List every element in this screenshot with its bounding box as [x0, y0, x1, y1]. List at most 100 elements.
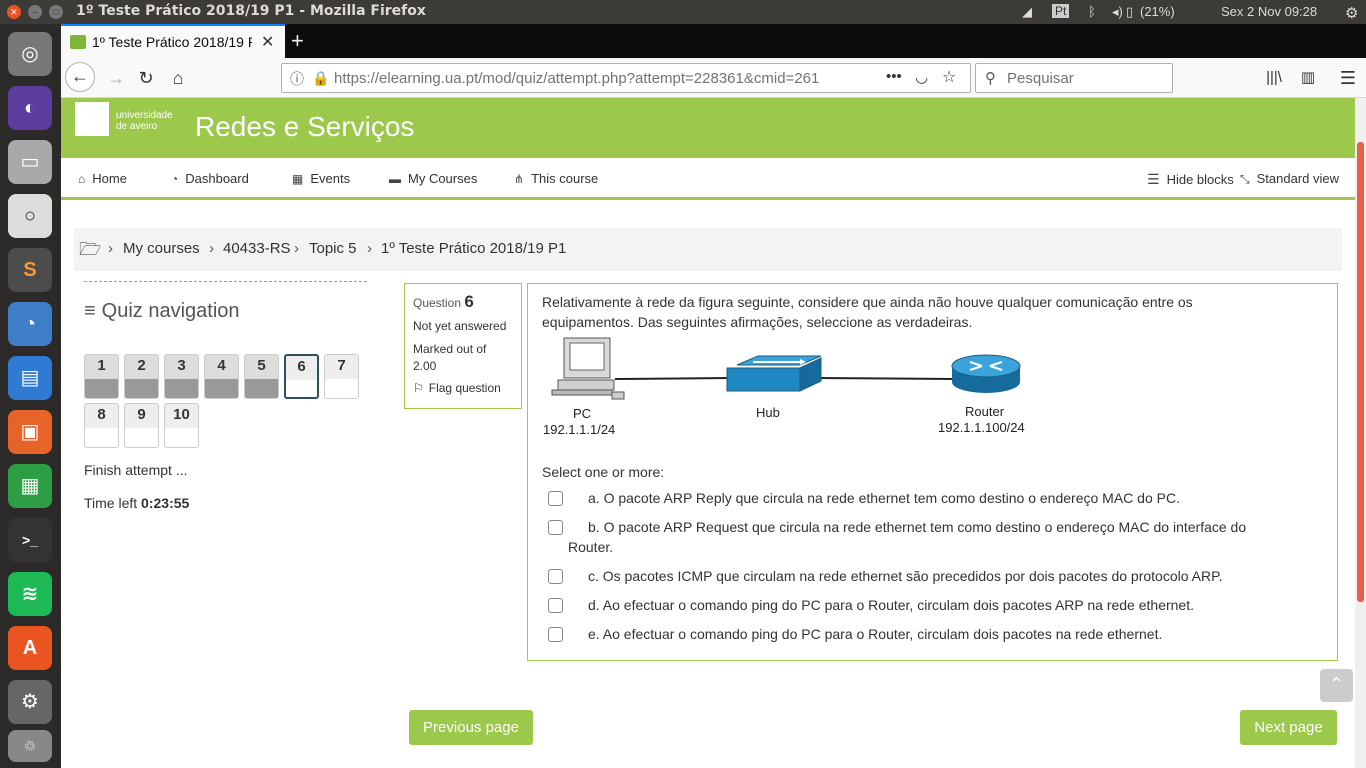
answer-a-checkbox[interactable]: [548, 491, 563, 506]
clock[interactable]: Sex 2 Nov 09:28: [1221, 4, 1317, 19]
url-bar[interactable]: ⓘ 🔒 https://elearning.ua.pt/mod/quiz/att…: [281, 63, 971, 93]
document-viewer-icon[interactable]: ▤: [8, 356, 52, 400]
answer-e[interactable]: e. Ao efectuar o comando ping do PC para…: [548, 624, 1308, 644]
settings-gear-icon[interactable]: ⚙: [1345, 4, 1358, 22]
next-page-button[interactable]: Next page: [1240, 710, 1337, 745]
answer-b-checkbox[interactable]: [548, 520, 563, 535]
back-arrow-icon[interactable]: ←: [65, 62, 95, 92]
answer-b-text-continued[interactable]: Router.: [548, 537, 1308, 557]
quiz-nav-question-9[interactable]: 9: [124, 403, 159, 448]
hub-icon: [726, 355, 822, 392]
standard-view-button[interactable]: ⤡ Standard view: [1240, 171, 1339, 187]
bookmark-star-icon[interactable]: ☆: [942, 67, 956, 87]
trash-icon[interactable]: ♲: [8, 730, 52, 762]
sidebar-icon[interactable]: ▥: [1293, 64, 1323, 92]
sublime-text-icon[interactable]: S: [8, 248, 52, 292]
flag-question-button[interactable]: ⚐ Flag question: [413, 381, 513, 395]
site-title[interactable]: Redes e Serviços: [195, 111, 414, 143]
calc-icon[interactable]: ▦: [8, 464, 52, 508]
impress-icon[interactable]: ▣: [8, 410, 52, 454]
status-bar: [205, 379, 238, 398]
search-app-icon[interactable]: ○: [8, 194, 52, 238]
new-tab-icon[interactable]: +: [291, 28, 304, 54]
quiz-nav-question-5[interactable]: 5: [244, 354, 279, 399]
library-icon[interactable]: |||\: [1259, 64, 1289, 92]
menu-events[interactable]: ▦ Events: [292, 171, 350, 186]
time-left: Time left 0:23:55: [84, 495, 189, 511]
page-actions-icon[interactable]: •••: [886, 68, 902, 85]
quiz-nav-question-8[interactable]: 8: [84, 403, 119, 448]
menu-dashboard[interactable]: ◔ Dashboard: [171, 171, 249, 186]
wifi-icon[interactable]: ◢: [1022, 4, 1032, 20]
scroll-to-top-button[interactable]: ⌃: [1320, 669, 1353, 702]
answer-a-text[interactable]: a. O pacote ARP Reply que circula na red…: [548, 488, 1308, 508]
network-app-icon[interactable]: ◔: [8, 302, 52, 346]
ubuntu-icon[interactable]: ◎: [8, 32, 52, 76]
question-number: 4: [217, 357, 226, 374]
answer-d[interactable]: d. Ao efectuar o comando ping do PC para…: [548, 595, 1308, 615]
scrollbar-thumb[interactable]: [1357, 142, 1364, 602]
answer-b[interactable]: b. O pacote ARP Request que circula na r…: [548, 517, 1308, 557]
hamburger-menu-icon[interactable]: ☰: [1333, 64, 1363, 92]
previous-page-button[interactable]: Previous page: [409, 710, 533, 745]
page-scrollbar[interactable]: [1355, 98, 1366, 768]
reload-icon[interactable]: ↻: [131, 64, 161, 92]
forward-arrow-icon[interactable]: →: [101, 64, 131, 92]
close-tab-icon[interactable]: ✕: [261, 32, 274, 52]
menu-home[interactable]: ⌂ Home: [78, 171, 127, 186]
quiz-nav-question-10[interactable]: 10: [164, 403, 199, 448]
answer-e-text[interactable]: e. Ao efectuar o comando ping do PC para…: [548, 624, 1308, 644]
quiz-nav-question-4[interactable]: 4: [204, 354, 239, 399]
breadcrumb-course[interactable]: 40433-RS: [223, 240, 291, 257]
ua-logo-icon[interactable]: [75, 102, 109, 136]
hide-blocks-button[interactable]: ☰ Hide blocks: [1147, 171, 1234, 188]
answer-d-text[interactable]: d. Ao efectuar o comando ping do PC para…: [548, 595, 1308, 615]
breadcrumb-topic[interactable]: Topic 5: [309, 240, 357, 257]
home-icon[interactable]: ⌂: [163, 64, 193, 92]
search-bar[interactable]: ⚲ Pesquisar: [975, 63, 1173, 93]
quiz-nav-question-2[interactable]: 2: [124, 354, 159, 399]
tab-quiz[interactable]: 1º Teste Prático 2018/19 P1 ✕: [61, 24, 285, 58]
question-number: 6: [464, 292, 474, 311]
bluetooth-icon[interactable]: ᛒ: [1088, 4, 1096, 19]
hide-blocks-icon: ☰: [1147, 171, 1160, 187]
software-center-icon[interactable]: A: [8, 626, 52, 670]
answer-e-checkbox[interactable]: [548, 627, 563, 642]
volume-icon[interactable]: ◂): [1112, 4, 1123, 20]
battery-icon[interactable]: ▯: [1126, 4, 1133, 20]
answer-a[interactable]: a. O pacote ARP Reply que circula na red…: [548, 488, 1308, 508]
terminal-icon[interactable]: >_: [8, 518, 52, 562]
url-text[interactable]: https://elearning.ua.pt/mod/quiz/attempt…: [334, 70, 854, 87]
status-bar: [85, 428, 118, 447]
hub-label: Hub: [756, 405, 780, 420]
quiz-nav-question-6[interactable]: 6: [284, 354, 319, 399]
keyboard-layout[interactable]: Pt: [1052, 4, 1070, 18]
quiz-nav-question-3[interactable]: 3: [164, 354, 199, 399]
firefox-icon[interactable]: ◐: [8, 86, 52, 130]
breadcrumb-my-courses[interactable]: My courses: [123, 240, 200, 257]
quiz-nav-question-7[interactable]: 7: [324, 354, 359, 399]
maximize-window-icon[interactable]: □: [49, 5, 63, 19]
question-number: 10: [173, 406, 190, 423]
sitemap-icon: ⋔: [514, 172, 525, 186]
question-info: Question 6 Not yet answered Marked out o…: [404, 283, 522, 409]
question-text: Relativamente à rede da figura seguinte,…: [542, 294, 1193, 330]
finish-attempt-link[interactable]: Finish attempt ...: [84, 462, 187, 478]
menu-this-course[interactable]: ⋔ This course: [514, 171, 598, 186]
files-icon[interactable]: ▭: [8, 140, 52, 184]
answer-c[interactable]: c. Os pacotes ICMP que circulam na rede …: [548, 566, 1308, 586]
pocket-icon[interactable]: ◡: [915, 68, 928, 86]
answer-c-text[interactable]: c. Os pacotes ICMP que circulam na rede …: [548, 566, 1308, 586]
minimize-window-icon[interactable]: –: [28, 5, 42, 19]
folder-open-icon[interactable]: 🗁: [79, 237, 101, 267]
answer-d-checkbox[interactable]: [548, 598, 563, 613]
menu-my-courses[interactable]: ▬ My Courses: [389, 171, 477, 186]
answer-b-text[interactable]: b. O pacote ARP Request que circula na r…: [548, 517, 1308, 537]
chevron-up-icon: ⌃: [1328, 674, 1345, 694]
spotify-icon[interactable]: ≋: [8, 572, 52, 616]
system-settings-icon[interactable]: ⚙: [8, 680, 52, 724]
answer-c-checkbox[interactable]: [548, 569, 563, 584]
site-info-icon[interactable]: ⓘ: [290, 69, 304, 89]
close-window-icon[interactable]: ✕: [7, 5, 21, 19]
quiz-nav-question-1[interactable]: 1: [84, 354, 119, 399]
